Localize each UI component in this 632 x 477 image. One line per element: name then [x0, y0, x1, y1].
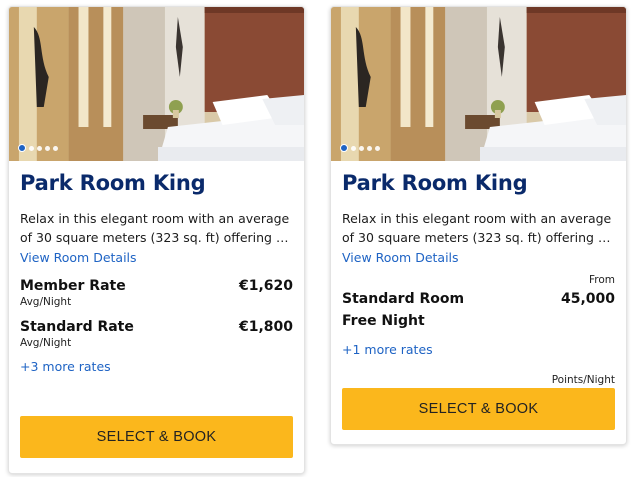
carousel-dot-active[interactable] — [18, 144, 26, 152]
room-photo-image — [9, 7, 304, 161]
room-title: Park Room King — [342, 171, 528, 195]
view-room-details-link[interactable]: View Room Details — [342, 250, 459, 265]
room-photo[interactable] — [331, 7, 626, 161]
more-rates-link[interactable]: +3 more rates — [20, 359, 111, 374]
carousel-dots[interactable] — [18, 144, 58, 152]
rate-name: Standard Rate — [20, 319, 134, 335]
carousel-dot[interactable] — [375, 145, 380, 151]
carousel-dot[interactable] — [367, 145, 372, 151]
rate-name: Standard Room Free Night — [342, 291, 465, 329]
rate-unit: Avg/Night — [20, 337, 72, 349]
room-card-points: Park Room King Relax in this elegant roo… — [330, 6, 627, 445]
rate-price: €1,620 — [238, 278, 293, 294]
carousel-dot[interactable] — [45, 145, 50, 151]
rate-row-member[interactable]: Member Rate €1,620 — [20, 278, 293, 294]
carousel-dot[interactable] — [359, 145, 364, 151]
room-photo-image — [331, 7, 626, 161]
rate-row-standard[interactable]: Standard Rate €1,800 — [20, 319, 293, 335]
rate-name: Member Rate — [20, 278, 126, 294]
more-rates-link[interactable]: +1 more rates — [342, 342, 433, 357]
carousel-dot[interactable] — [37, 145, 42, 151]
room-description: Relax in this elegant room with an avera… — [342, 211, 612, 245]
rate-points: 45,000 — [560, 291, 615, 307]
rate-price: €1,800 — [238, 319, 293, 335]
points-unit: Points/Night — [551, 374, 615, 386]
select-book-button[interactable]: SELECT & BOOK — [342, 388, 615, 430]
room-title: Park Room King — [20, 171, 206, 195]
room-card-member: Park Room King Relax in this elegant roo… — [8, 6, 305, 474]
from-label: From — [588, 274, 615, 286]
select-book-button[interactable]: SELECT & BOOK — [20, 416, 293, 458]
view-room-details-link[interactable]: View Room Details — [20, 250, 137, 265]
carousel-dot-active[interactable] — [340, 144, 348, 152]
carousel-dot[interactable] — [53, 145, 58, 151]
room-description: Relax in this elegant room with an avera… — [20, 211, 290, 245]
carousel-dot[interactable] — [351, 145, 356, 151]
carousel-dots[interactable] — [340, 144, 380, 152]
rate-unit: Avg/Night — [20, 296, 72, 308]
rate-row-free-night[interactable]: Standard Room Free Night 45,000 — [342, 288, 615, 332]
room-photo[interactable] — [9, 7, 304, 161]
carousel-dot[interactable] — [29, 145, 34, 151]
